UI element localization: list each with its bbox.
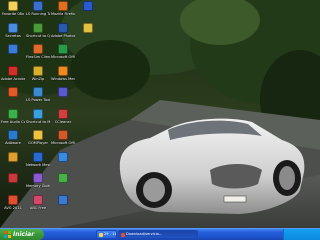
desktop-icon[interactable]: LS Power Tools (26, 87, 50, 108)
desktop-icon-label: FlexSim Client (26, 55, 50, 59)
desktop-icon[interactable]: FlexSim Client (26, 44, 50, 65)
desktop-icon[interactable]: Secretos (1, 22, 25, 44)
taskbar-button-label: 29 . 11 . valenda - Wi... (104, 232, 117, 236)
desktop-icon[interactable]: CCleaner (51, 108, 75, 130)
desktop-icon[interactable] (51, 194, 75, 216)
audio-icon (8, 108, 18, 119)
desktop-icon[interactable]: ABC Free (26, 194, 50, 216)
start-button[interactable]: Iniciar (0, 229, 44, 240)
desktop-icon-label: Free Audio Converter (1, 119, 25, 124)
desktop-icon[interactable]: LS Running Tool (26, 1, 50, 22)
browser-icon (121, 233, 125, 237)
app-icon (8, 22, 18, 33)
folder-icon (8, 1, 18, 11)
desktop-icon-label: Windows Media Player (51, 76, 75, 81)
internet-explorer-icon (8, 44, 18, 54)
desktop-icon[interactable]: Network Messenger (26, 151, 50, 173)
desktop-icon[interactable]: Microsoft Office Powe... (51, 130, 75, 151)
shortcut-icon (33, 22, 43, 33)
desktop-icon[interactable] (1, 87, 25, 108)
desktop-icon-label: Mozilla Firefox (51, 12, 75, 16)
folder-icon (99, 233, 103, 237)
taskbar: Iniciar 29 . 11 . valenda - Wi... Downloa… (0, 228, 320, 240)
app-icon (83, 22, 93, 33)
taskbar-button[interactable]: 29 . 11 . valenda - Wi... (96, 230, 117, 239)
network-icon (33, 151, 43, 162)
word-icon (83, 1, 93, 11)
system-tray (283, 229, 320, 240)
desktop-icon-label: Microsoft Office Exc... (51, 55, 75, 59)
winzip-icon (33, 65, 43, 76)
desktop-icon-label: Secretos (5, 33, 21, 38)
desktop-icon[interactable] (51, 151, 75, 173)
desktop-icon-label: AVG 2011 (4, 205, 22, 210)
start-label: Iniciar (13, 231, 35, 238)
desktop-icon[interactable]: AdAware (1, 130, 25, 151)
tool-icon (33, 87, 43, 97)
desktop-icon-label: ABC Free (29, 205, 47, 210)
media-player-icon (58, 65, 68, 76)
app-icon (8, 87, 18, 97)
desktop-icon-label: Shortcut to QuickBook (26, 33, 50, 38)
player-icon (33, 130, 43, 140)
desktop-icon[interactable] (51, 87, 75, 108)
desktop-icon[interactable]: Memory Gbits (26, 173, 50, 194)
app-icon (58, 87, 68, 97)
desktop-icon[interactable]: WinZip (26, 65, 50, 87)
firefox-icon (58, 1, 68, 11)
excel-icon (58, 44, 68, 54)
desktop-icon[interactable]: AVG 2011 (1, 194, 25, 216)
desktop-icon-label: GOMPlayer (28, 141, 48, 145)
desktop-icon[interactable]: Free Audio Converter (1, 108, 25, 130)
desktop-icon-label: Adobe Acrobat 6 Professional (1, 76, 25, 81)
desktop-icon[interactable]: Adobe Photoshop CS3 (51, 22, 75, 44)
desktop-icon[interactable]: Windows Media Player (51, 65, 75, 87)
desktop-icon[interactable] (1, 151, 25, 173)
ccleaner-icon (58, 108, 68, 119)
app-icon (58, 151, 68, 162)
desktop-icon[interactable] (1, 44, 25, 65)
windows-logo-icon (4, 231, 11, 238)
app-icon (58, 194, 68, 205)
desktop-icon-label: AdAware (5, 141, 21, 145)
desktop-icon[interactable]: Favorite 08x (1, 1, 25, 22)
photoshop-icon (58, 22, 68, 33)
taskbar-button[interactable]: Download/servicio... (118, 230, 198, 239)
desktop-icon-label: Shortcut to MessengerSetup (26, 119, 50, 124)
desktop-icon-label: LS Running Tool (26, 12, 50, 16)
app-icon (8, 173, 18, 183)
avg-icon (8, 194, 18, 205)
memory-icon (33, 173, 43, 183)
app-icon (33, 44, 43, 54)
desktop-icon[interactable]: Microsoft Office Exc... (51, 44, 75, 65)
acrobat-icon (8, 65, 18, 76)
app-icon (58, 173, 68, 183)
desktop-icon-label: LS Power Tools (26, 98, 50, 102)
tool-icon (33, 1, 43, 11)
desktop-icon-label: Memory Gbits (26, 184, 50, 188)
desktop-icon-label: WinZip (31, 76, 45, 81)
desktop-icon[interactable]: GOMPlayer (26, 130, 50, 151)
desktop-icon[interactable]: Shortcut to MessengerSetup (26, 108, 50, 130)
desktop-icon[interactable] (51, 173, 75, 194)
desktop-icon-label: Favorite 08x (1, 12, 25, 16)
desktop-icon[interactable] (76, 22, 100, 44)
desktop-icon-label: CCleaner (54, 119, 72, 124)
messenger-icon (33, 108, 43, 119)
desktop-icon-label: Network Messenger (26, 162, 50, 167)
desktop-icon[interactable]: Mozilla Firefox (51, 1, 75, 22)
shield-icon (8, 130, 18, 140)
app-icon (33, 194, 43, 205)
taskbar-button-label: Download/servicio... (126, 232, 163, 236)
app-icon (8, 151, 18, 162)
desktop-icon[interactable] (76, 1, 100, 22)
desktop-icon[interactable]: Shortcut to QuickBook (26, 22, 50, 44)
desktop-icon-label: Adobe Photoshop CS3 (51, 33, 75, 38)
desktop-icon-label: Microsoft Office Powe... (51, 141, 75, 145)
desktop-icon[interactable] (1, 173, 25, 194)
desktop-icon[interactable]: Adobe Acrobat 6 Professional (1, 65, 25, 87)
powerpoint-icon (58, 130, 68, 140)
